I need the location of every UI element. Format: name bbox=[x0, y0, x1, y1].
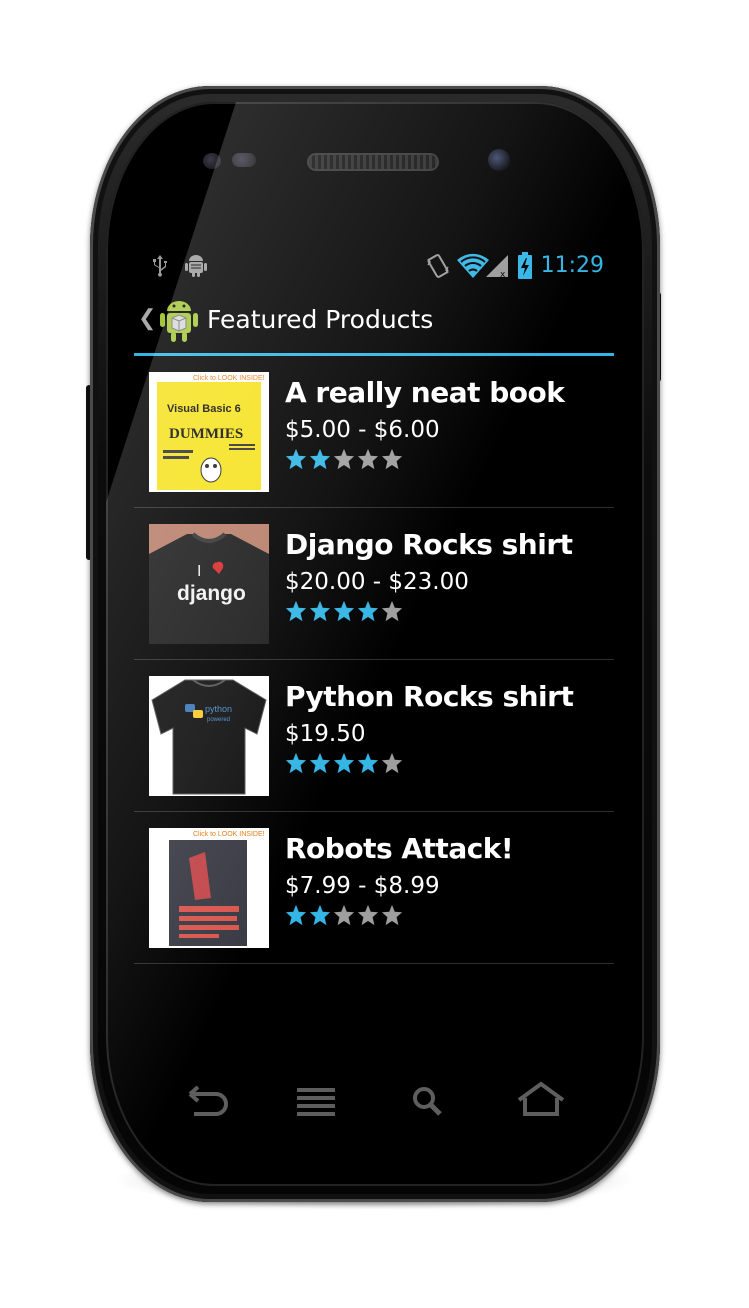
book1-banner: Click to LOOK INSIDE! bbox=[193, 375, 265, 382]
python-sub: powered bbox=[207, 717, 230, 723]
product-price: $7.99 - $8.99 bbox=[285, 873, 440, 899]
star-empty-icon bbox=[333, 448, 355, 470]
product-price: $5.00 - $6.00 bbox=[285, 417, 440, 443]
star-empty-icon bbox=[381, 600, 403, 622]
book2-banner: Click to LOOK INSIDE! bbox=[193, 831, 265, 838]
star-filled-icon bbox=[309, 904, 331, 926]
star-filled-icon bbox=[285, 448, 307, 470]
star-filled-icon bbox=[309, 752, 331, 774]
star-empty-icon bbox=[381, 448, 403, 470]
book1-dummies: DUMMIES bbox=[169, 426, 243, 442]
product-thumbnail: python powered bbox=[149, 676, 269, 796]
rating-stars bbox=[285, 600, 403, 622]
book1-title: Visual Basic 6 bbox=[167, 403, 241, 415]
vibrate-icon bbox=[427, 254, 449, 278]
menu-icon[interactable] bbox=[289, 1078, 349, 1122]
front-camera bbox=[488, 149, 510, 171]
python-word: python bbox=[205, 704, 232, 714]
list-item[interactable]: Click to LOOK INSIDE! Robots Attack! $7.… bbox=[134, 812, 614, 964]
rating-stars bbox=[285, 448, 403, 470]
wifi-icon bbox=[457, 253, 489, 278]
earpiece-speaker bbox=[309, 155, 437, 169]
signal-icon: x bbox=[486, 255, 508, 279]
proximity-sensor bbox=[203, 153, 221, 169]
product-name: A really neat book bbox=[285, 376, 565, 409]
product-thumbnail: Click to LOOK INSIDE! bbox=[149, 828, 269, 948]
star-empty-icon bbox=[381, 904, 403, 926]
product-price: $19.50 bbox=[285, 721, 366, 747]
battery-charging-icon bbox=[518, 252, 532, 279]
product-price: $20.00 - $23.00 bbox=[285, 569, 469, 595]
star-filled-icon bbox=[333, 600, 355, 622]
product-name: Python Rocks shirt bbox=[285, 680, 574, 713]
svg-text:x: x bbox=[500, 270, 506, 279]
search-icon[interactable] bbox=[398, 1078, 458, 1122]
star-filled-icon bbox=[357, 600, 379, 622]
django-word: django bbox=[177, 582, 246, 605]
product-thumbnail: I django bbox=[149, 524, 269, 644]
page-title: Featured Products bbox=[207, 305, 434, 334]
android-package-icon[interactable] bbox=[158, 297, 200, 343]
list-item[interactable]: Click to LOOK INSIDE! Visual Basic 6 DUM… bbox=[134, 356, 614, 508]
django-love: I bbox=[197, 563, 201, 580]
chevron-left-icon[interactable]: ❮ bbox=[138, 305, 156, 331]
star-filled-icon bbox=[285, 904, 307, 926]
rating-stars bbox=[285, 904, 403, 926]
android-debug-icon bbox=[185, 255, 207, 277]
star-filled-icon bbox=[309, 600, 331, 622]
star-filled-icon bbox=[285, 600, 307, 622]
action-bar: ❮ Featured Products bbox=[134, 285, 614, 356]
star-filled-icon bbox=[285, 752, 307, 774]
star-filled-icon bbox=[309, 448, 331, 470]
light-sensor bbox=[232, 153, 256, 167]
list-item[interactable]: I django Django Rocks shirt $20.00 - $23… bbox=[134, 508, 614, 660]
back-icon[interactable] bbox=[176, 1078, 236, 1122]
star-filled-icon bbox=[357, 752, 379, 774]
star-empty-icon bbox=[333, 904, 355, 926]
star-filled-icon bbox=[333, 752, 355, 774]
home-icon[interactable] bbox=[511, 1078, 571, 1122]
product-name: Django Rocks shirt bbox=[285, 528, 573, 561]
list-item[interactable]: python powered Python Rocks shirt $19.50 bbox=[134, 660, 614, 812]
star-empty-icon bbox=[381, 752, 403, 774]
star-empty-icon bbox=[357, 904, 379, 926]
product-thumbnail: Click to LOOK INSIDE! Visual Basic 6 DUM… bbox=[149, 372, 269, 492]
star-empty-icon bbox=[357, 448, 379, 470]
status-bar: x 11:29 bbox=[134, 247, 614, 285]
usb-icon bbox=[153, 255, 167, 277]
status-time: 11:29 bbox=[540, 253, 604, 278]
screen: x 11:29 ❮ Featured Products Click to LOO… bbox=[134, 247, 614, 1047]
product-name: Robots Attack! bbox=[285, 832, 514, 865]
product-list: Click to LOOK INSIDE! Visual Basic 6 DUM… bbox=[134, 356, 614, 964]
navigation-bar bbox=[106, 1058, 644, 1148]
rating-stars bbox=[285, 752, 403, 774]
